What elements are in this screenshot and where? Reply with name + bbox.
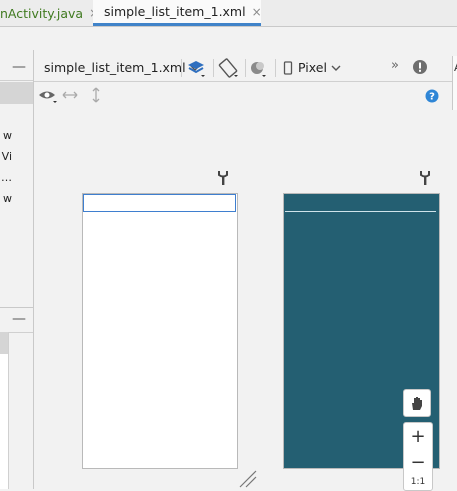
blueprint-textview[interactable]	[285, 195, 436, 212]
component-tree-header: —	[0, 307, 33, 333]
help-icon[interactable]: ?	[425, 89, 439, 103]
device-select[interactable]: Pixel	[283, 60, 341, 75]
tab-main-activity[interactable]: nActivity.java ×	[0, 0, 99, 26]
wrench-icon[interactable]	[217, 170, 229, 186]
tab-close-icon[interactable]: ×	[252, 5, 262, 19]
warning-icon[interactable]	[412, 59, 428, 75]
toolbar-separator	[245, 59, 246, 77]
phone-icon	[283, 60, 293, 75]
toolbar-separator	[213, 59, 214, 77]
layers-icon[interactable]	[187, 59, 207, 79]
file-select[interactable]: simple_list_item_1.xml	[44, 60, 200, 75]
hand-icon	[412, 397, 422, 410]
textview-selection[interactable]	[83, 194, 236, 212]
chevron-down-icon	[331, 65, 341, 71]
device-select-label: Pixel	[298, 60, 327, 75]
resize-handle-icon[interactable]	[238, 470, 258, 488]
view-options-toolbar: ?	[34, 83, 457, 109]
file-select-label: simple_list_item_1.xml	[44, 60, 186, 75]
eye-icon[interactable]	[38, 89, 60, 105]
orientation-icon[interactable]	[218, 58, 240, 80]
palette-row[interactable]: …	[0, 171, 12, 184]
component-tree-selected-row[interactable]	[0, 332, 8, 354]
tab-label: nActivity.java	[0, 5, 84, 21]
tab-label: simple_list_item_1.xml	[104, 4, 246, 19]
palette-header: —	[0, 56, 33, 81]
pan-hand-button[interactable]	[403, 389, 431, 417]
palette-row[interactable]: Vi	[0, 150, 12, 163]
zoom-out-button[interactable]: −	[404, 449, 432, 475]
toolbar-separator	[181, 59, 182, 77]
tab-simple-list-item-xml[interactable]: <> simple_list_item_1.xml ×	[93, 0, 262, 26]
horizontal-resize-icon[interactable]	[62, 89, 78, 101]
zoom-actual-size-button[interactable]: 1:1	[404, 477, 432, 490]
toolbar-separator	[275, 59, 276, 77]
design-surface[interactable]	[82, 193, 238, 469]
palette-row[interactable]: w	[0, 192, 12, 205]
zoom-in-button[interactable]: +	[404, 423, 432, 449]
palette-row[interactable]: w	[0, 129, 12, 142]
svg-text:?: ?	[429, 92, 435, 103]
theme-icon[interactable]	[249, 59, 269, 79]
collapse-icon[interactable]: —	[12, 311, 26, 327]
component-tree	[0, 332, 9, 489]
overflow-icon[interactable]: »	[391, 58, 399, 73]
palette-selected-row[interactable]	[0, 82, 33, 104]
zoom-controls: + − 1:1	[403, 422, 433, 491]
design-toolbar: simple_list_item_1.xml Pixel »	[34, 56, 457, 82]
collapse-icon[interactable]: —	[12, 59, 26, 75]
editor-tab-bar: nActivity.java × <> simple_list_item_1.x…	[0, 0, 457, 27]
vertical-resize-icon[interactable]	[90, 87, 102, 103]
wrench-icon[interactable]	[419, 170, 431, 186]
